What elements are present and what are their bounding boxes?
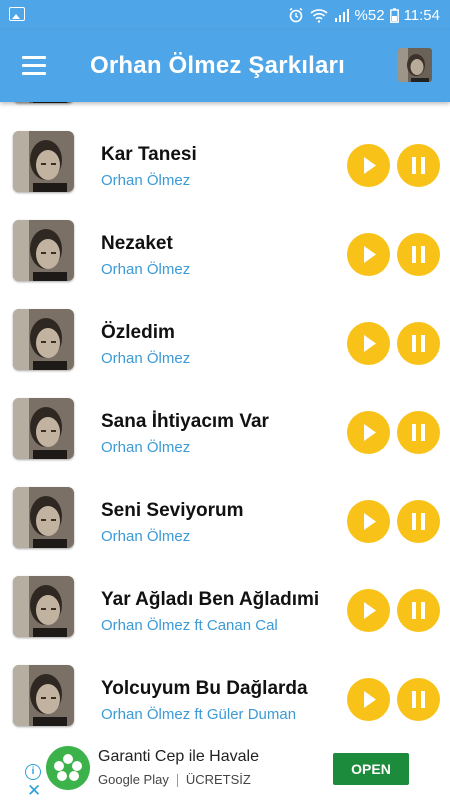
pause-button[interactable] bbox=[397, 144, 440, 187]
song-list[interactable]: Kar Tanesi Orhan Ölmez Nezaket Orhan Ölm… bbox=[0, 102, 450, 738]
song-artist: Orhan Ölmez bbox=[101, 172, 191, 189]
pause-icon bbox=[412, 246, 425, 263]
menu-icon[interactable] bbox=[22, 54, 48, 76]
pause-icon bbox=[412, 157, 425, 174]
list-item-partial[interactable] bbox=[0, 102, 450, 118]
play-icon bbox=[364, 424, 376, 441]
song-artist: Orhan Ölmez ft Güler Duman bbox=[101, 706, 297, 723]
play-button[interactable] bbox=[347, 233, 390, 276]
song-title: Seni Seviyorum bbox=[101, 500, 244, 521]
app-bar: Orhan Ölmez Şarkıları bbox=[0, 30, 450, 102]
divider bbox=[176, 774, 178, 788]
song-thumbnail bbox=[13, 102, 74, 103]
pause-icon bbox=[412, 691, 425, 708]
song-row[interactable]: Kar Tanesi Orhan Ölmez bbox=[0, 117, 450, 207]
play-icon bbox=[364, 691, 376, 708]
play-button[interactable] bbox=[347, 589, 390, 632]
pause-button[interactable] bbox=[397, 411, 440, 454]
play-icon bbox=[364, 157, 376, 174]
play-button[interactable] bbox=[347, 144, 390, 187]
pause-icon bbox=[412, 424, 425, 441]
song-thumbnail bbox=[13, 131, 74, 192]
song-artist: Orhan Ölmez bbox=[101, 528, 191, 545]
ad-info-icon[interactable]: i bbox=[25, 764, 41, 780]
song-artist: Orhan Ölmez bbox=[101, 350, 191, 367]
pause-button[interactable] bbox=[397, 500, 440, 543]
ad-store: Google Play bbox=[98, 772, 169, 787]
song-title: Yolcuyum Bu Dağlarda bbox=[101, 678, 308, 699]
play-icon bbox=[364, 335, 376, 352]
image-notification-icon bbox=[9, 7, 25, 21]
song-row[interactable]: Seni Seviyorum Orhan Ölmez bbox=[0, 473, 450, 563]
song-title: Nezaket bbox=[101, 233, 173, 254]
pause-icon bbox=[412, 602, 425, 619]
song-row[interactable]: Nezaket Orhan Ölmez bbox=[0, 206, 450, 296]
song-thumbnail bbox=[13, 576, 74, 637]
song-title: Yar Ağladı Ben Ağladımi bbox=[101, 589, 320, 610]
play-button[interactable] bbox=[347, 411, 390, 454]
play-icon bbox=[364, 513, 376, 530]
page-title: Orhan Ölmez Şarkıları bbox=[90, 52, 345, 79]
play-button[interactable] bbox=[347, 322, 390, 365]
song-title: Özledim bbox=[101, 322, 175, 343]
play-icon bbox=[364, 602, 376, 619]
song-artist: Orhan Ölmez bbox=[101, 261, 191, 278]
ad-close-icon[interactable]: ✕ bbox=[27, 782, 41, 799]
song-artist: Orhan Ölmez bbox=[101, 439, 191, 456]
ad-price: ÜCRETSİZ bbox=[185, 772, 251, 787]
signal-icon bbox=[334, 9, 349, 22]
play-button[interactable] bbox=[347, 678, 390, 721]
pause-button[interactable] bbox=[397, 233, 440, 276]
song-thumbnail bbox=[13, 309, 74, 370]
pause-button[interactable] bbox=[397, 322, 440, 365]
song-row[interactable]: Sana İhtiyacım Var Orhan Ölmez bbox=[0, 384, 450, 474]
battery-icon bbox=[389, 7, 399, 23]
pause-button[interactable] bbox=[397, 589, 440, 632]
ad-title[interactable]: Garanti Cep ile Havale bbox=[98, 748, 259, 766]
pause-icon bbox=[412, 335, 425, 352]
song-thumbnail bbox=[13, 665, 74, 726]
ad-subtitle: Google Play ÜCRETSİZ bbox=[98, 772, 251, 788]
ad-banner[interactable]: i ✕ Garanti Cep ile Havale Google Play ÜC… bbox=[0, 738, 450, 800]
play-icon bbox=[364, 246, 376, 263]
song-thumbnail bbox=[13, 487, 74, 548]
song-thumbnail bbox=[13, 398, 74, 459]
wifi-icon bbox=[309, 9, 328, 23]
pause-icon bbox=[412, 513, 425, 530]
status-icons: %52 11:54 bbox=[288, 5, 440, 25]
ad-open-button[interactable]: OPEN bbox=[333, 753, 409, 785]
clock-time: 11:54 bbox=[403, 6, 440, 24]
song-row[interactable]: Yar Ağladı Ben Ağladımi Orhan Ölmez ft C… bbox=[0, 562, 450, 652]
ad-app-logo-icon[interactable] bbox=[46, 746, 90, 790]
status-bar: %52 11:54 bbox=[0, 0, 450, 30]
song-title: Kar Tanesi bbox=[101, 144, 197, 165]
battery-percent: %52 bbox=[354, 6, 385, 24]
song-artist: Orhan Ölmez ft Canan Cal bbox=[101, 617, 278, 634]
song-row[interactable]: Yolcuyum Bu Dağlarda Orhan Ölmez ft Güle… bbox=[0, 651, 450, 738]
pause-button[interactable] bbox=[397, 678, 440, 721]
play-button[interactable] bbox=[347, 500, 390, 543]
alarm-icon bbox=[289, 7, 303, 23]
artist-avatar-icon[interactable] bbox=[398, 48, 432, 82]
song-title: Sana İhtiyacım Var bbox=[101, 411, 269, 432]
song-thumbnail bbox=[13, 220, 74, 281]
song-row[interactable]: Özledim Orhan Ölmez bbox=[0, 295, 450, 385]
